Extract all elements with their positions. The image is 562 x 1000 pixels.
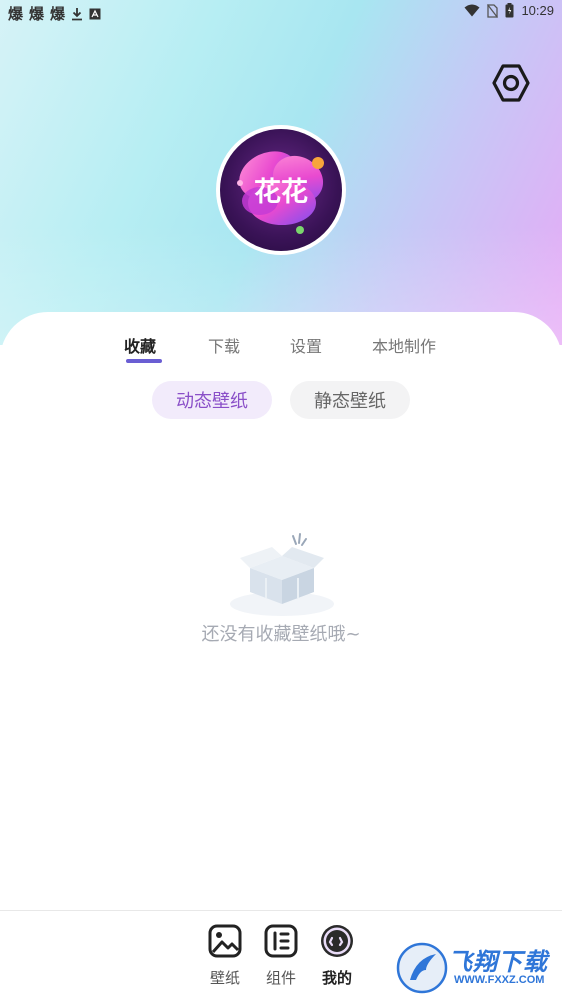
profile-face-icon: [321, 925, 353, 957]
settings-button[interactable]: [490, 62, 532, 104]
settings-hex-icon: [492, 64, 530, 102]
watermark-url: WWW.FXXZ.COM: [454, 974, 545, 986]
tab-downloads[interactable]: 下载: [208, 333, 240, 357]
download-icon: [72, 7, 83, 20]
nav-label: 壁纸: [209, 969, 240, 987]
empty-box-icon: [226, 528, 338, 620]
avatar-text: 花花: [254, 177, 308, 208]
tab-label: 下载: [208, 337, 241, 356]
chip-label: 动态壁纸: [176, 391, 248, 412]
nav-label: 组件: [265, 969, 296, 987]
tab-bar: 收藏 下载 设置 本地制作: [0, 333, 562, 373]
status-bar: 爆 爆 爆 10:29: [0, 0, 562, 24]
filter-static-wallpaper[interactable]: 静态壁纸: [290, 381, 410, 419]
watermark-text: 飞翔下载: [448, 948, 548, 976]
filter-live-wallpaper[interactable]: 动态壁纸: [152, 381, 272, 419]
status-notification-glyph: 爆: [8, 5, 24, 23]
status-notification-glyph: 爆: [29, 5, 45, 23]
chip-label: 静态壁纸: [314, 391, 386, 412]
nav-divider: [0, 910, 562, 911]
avatar-image: 花花: [220, 129, 342, 251]
tab-settings[interactable]: 设置: [290, 333, 322, 357]
status-time: 10:29: [521, 3, 554, 18]
status-notification-glyph: 爆: [50, 5, 66, 23]
nav-item-wallpaper[interactable]: 壁纸: [200, 923, 250, 988]
tab-favorites[interactable]: 收藏: [124, 333, 162, 363]
active-tab-indicator: [126, 359, 162, 363]
image-icon: [208, 924, 242, 958]
widget-icon: [264, 924, 298, 958]
nav-item-widgets[interactable]: 组件: [256, 923, 306, 988]
watermark-emblem-icon: [396, 942, 448, 994]
tab-label: 收藏: [124, 337, 157, 356]
nav-item-mine[interactable]: 我的: [312, 923, 362, 988]
battery-icon: [505, 3, 514, 18]
watermark-logo: 飞翔下载 WWW.FXXZ.COM: [396, 938, 556, 996]
avatar-flower-art: 花花: [237, 151, 324, 234]
tab-label: 设置: [290, 337, 323, 356]
nav-label: 我的: [321, 969, 352, 987]
avatar[interactable]: 花花: [216, 125, 346, 255]
app-notification-icon: [89, 8, 101, 19]
no-sim-icon: [487, 3, 499, 18]
tab-label: 本地制作: [372, 337, 437, 356]
empty-state-message: 还没有收藏壁纸哦~: [201, 624, 361, 645]
wifi-icon: [464, 4, 480, 17]
tab-local-creation[interactable]: 本地制作: [372, 333, 436, 357]
